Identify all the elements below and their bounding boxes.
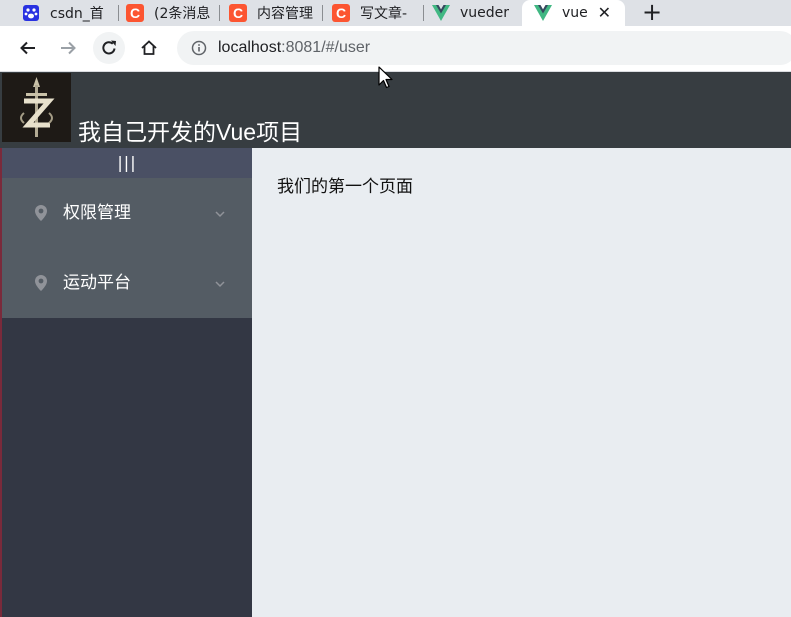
- sidebar-menu: 权限管理 运动平台: [2, 178, 252, 318]
- tab-separator: [118, 5, 119, 21]
- sidebar: ||| 权限管理 运动平台: [2, 148, 252, 617]
- tab-title: 内容管理: [257, 6, 313, 22]
- back-button[interactable]: [12, 32, 44, 64]
- info-icon[interactable]: [191, 40, 207, 56]
- sidebar-item-permissions[interactable]: 权限管理: [2, 178, 252, 248]
- vue-logo-icon: [534, 4, 552, 22]
- app-logo: [2, 73, 71, 142]
- reload-icon: [102, 40, 116, 55]
- close-tab-icon[interactable]: ✕: [598, 3, 611, 23]
- browser-tab[interactable]: C 写文章-: [332, 0, 424, 26]
- page-content-text: 我们的第一个页面: [277, 177, 413, 197]
- home-icon: [141, 40, 157, 55]
- csdn-c-icon: C: [229, 4, 247, 22]
- sidebar-item-label: 运动平台: [63, 273, 131, 293]
- arrow-right-icon: [61, 41, 76, 55]
- browser-tab[interactable]: C (2条消息: [126, 0, 220, 26]
- chevron-down-icon: [214, 205, 226, 218]
- forward-button[interactable]: [52, 32, 84, 64]
- browser-tab[interactable]: vueder: [432, 0, 520, 26]
- baidu-paw-icon: [22, 4, 40, 22]
- browser-tab[interactable]: csdn_首: [22, 0, 119, 26]
- arrow-left-icon: [20, 41, 35, 55]
- vue-logo-icon: [432, 4, 450, 22]
- tab-separator: [219, 5, 220, 21]
- sidebar-toggle-button[interactable]: |||: [2, 148, 252, 178]
- tab-title: vueder: [460, 5, 510, 21]
- tab-title: 写文章-: [360, 6, 408, 22]
- chevron-down-icon: [214, 275, 226, 288]
- browser-tab[interactable]: C 内容管理: [229, 0, 323, 26]
- browser-tab-strip: csdn_首 C (2条消息 C 内容管理 C 写文章- vueder vue …: [0, 0, 791, 26]
- tab-title: csdn_首: [50, 6, 104, 22]
- mouse-cursor-icon: [378, 66, 394, 90]
- home-button[interactable]: [133, 32, 165, 64]
- location-pin-icon: [33, 204, 49, 222]
- address-url[interactable]: localhost:8081/#/user: [218, 39, 370, 57]
- sidebar-item-sports-platform[interactable]: 运动平台: [2, 248, 252, 318]
- new-tab-button[interactable]: +: [640, 0, 664, 25]
- app-header: 我自己开发的Vue项目: [0, 72, 791, 148]
- url-host: localhost: [218, 39, 282, 56]
- page-viewport: 我自己开发的Vue项目 ||| 权限管理 运动平台 我们的第一个页面: [0, 72, 791, 617]
- url-path: :8081/#/user: [281, 39, 371, 56]
- tab-separator: [423, 5, 424, 21]
- reload-button[interactable]: [93, 32, 125, 64]
- tab-title: vue: [562, 5, 588, 21]
- tab-title: (2条消息: [154, 6, 211, 22]
- address-bar[interactable]: localhost:8081/#/user: [177, 31, 791, 65]
- browser-toolbar: localhost:8081/#/user: [0, 26, 791, 72]
- sidebar-item-label: 权限管理: [63, 203, 131, 223]
- csdn-c-icon: C: [332, 4, 350, 22]
- location-pin-icon: [33, 274, 49, 292]
- csdn-c-icon: C: [126, 4, 144, 22]
- tab-separator: [322, 5, 323, 21]
- browser-tab-active[interactable]: vue ✕: [522, 0, 625, 26]
- app-title: 我自己开发的Vue项目: [78, 119, 303, 145]
- main-content: 我们的第一个页面: [252, 148, 791, 617]
